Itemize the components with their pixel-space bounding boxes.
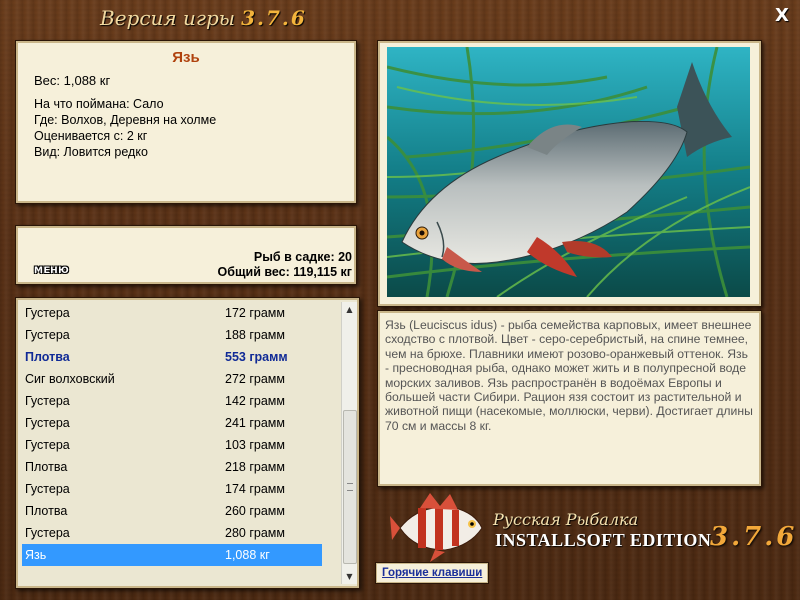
fish-count: Рыб в садке: 20 xyxy=(253,250,352,264)
catch-location: Где: Волхов, Деревня на холме xyxy=(34,113,217,127)
scroll-up-icon[interactable]: ▲ xyxy=(342,302,357,317)
fish-illustration xyxy=(387,47,750,297)
catch-fish-weight: 1,088 кг xyxy=(225,548,270,562)
catch-fish-name: Густера xyxy=(25,394,70,408)
catch-fish-name: Густера xyxy=(25,438,70,452)
title-prefix: Версия игры xyxy=(100,6,236,30)
catch-fish-name: Плотва xyxy=(25,350,70,364)
list-scrollbar[interactable]: ▲ ▼ xyxy=(341,302,357,584)
catch-row[interactable]: Густера 241 грамм xyxy=(22,412,322,434)
close-button[interactable]: X xyxy=(772,6,792,26)
catch-row[interactable]: Густера 103 грамм xyxy=(22,434,322,456)
catch-row[interactable]: Густера 172 грамм xyxy=(22,302,322,324)
catch-fish-weight: 260 грамм xyxy=(225,504,285,518)
title-version: 3.7.6 xyxy=(241,6,307,30)
catch-row[interactable]: Сиг волховский 272 грамм xyxy=(22,368,322,390)
fish-weight: Вес: 1,088 кг xyxy=(34,73,111,88)
catch-row[interactable]: Плотва 218 грамм xyxy=(22,456,322,478)
catch-row[interactable]: Язь 1,088 кг xyxy=(22,544,322,566)
catch-row[interactable]: Густера 188 грамм xyxy=(22,324,322,346)
catch-fish-name: Густера xyxy=(25,526,70,540)
fish-name: Язь xyxy=(172,49,200,66)
description-panel: Язь (Leuciscus idus) - рыба семейства ка… xyxy=(377,310,762,487)
catch-list[interactable]: Густера 172 грамм Густера 188 грамм Плотва 55… xyxy=(15,297,360,589)
fish-description: Язь (Leuciscus idus) - рыба семейства ка… xyxy=(385,318,753,433)
logo-title: Русская Рыбалка xyxy=(493,510,639,529)
catch-fish-weight: 174 грамм xyxy=(225,482,285,496)
catch-row[interactable]: Плотва 553 грамм xyxy=(22,346,322,368)
catch-fish-weight: 172 грамм xyxy=(225,306,285,320)
menu-button[interactable]: МЕНЮ xyxy=(34,266,69,276)
perch-logo-icon xyxy=(390,493,483,562)
window-title: Версия игры 3.7.6 xyxy=(100,6,320,36)
fish-rarity: Вид: Ловится редко xyxy=(34,145,148,159)
game-logo: Русская Рыбалка INSTALLSOFT EDITION 3.7.… xyxy=(390,488,794,568)
grip-icon xyxy=(347,483,353,491)
catch-fish-weight: 218 грамм xyxy=(225,460,285,474)
catch-fish-name: Язь xyxy=(25,548,47,562)
logo-edition: INSTALLSOFT EDITION xyxy=(495,530,712,550)
scroll-down-icon[interactable]: ▼ xyxy=(342,569,357,584)
catch-fish-name: Густера xyxy=(25,328,70,342)
scroll-thumb[interactable] xyxy=(343,410,357,564)
catch-fish-weight: 272 грамм xyxy=(225,372,285,386)
valued-from: Оценивается с: 2 кг xyxy=(34,129,148,143)
catch-fish-weight: 280 грамм xyxy=(225,526,285,540)
fish-info-panel: Язь Вес: 1,088 кг На что поймана: Сало Г… xyxy=(15,40,357,204)
logo-version: 3.7.6 xyxy=(710,522,798,552)
catch-fish-name: Густера xyxy=(25,416,70,430)
catch-fish-name: Густера xyxy=(25,306,70,320)
total-weight: Общий вес: 119,115 кг xyxy=(217,265,352,279)
catch-row[interactable]: Густера 142 грамм xyxy=(22,390,322,412)
catch-fish-weight: 241 грамм xyxy=(225,416,285,430)
catch-fish-weight: 103 грамм xyxy=(225,438,285,452)
keepnet-summary-panel: МЕНЮ Рыб в садке: 20 Общий вес: 119,115 … xyxy=(15,225,357,285)
catch-fish-name: Плотва xyxy=(25,460,68,474)
catch-row[interactable]: Густера 280 грамм xyxy=(22,522,322,544)
hotkeys-button[interactable]: Горячие клавиши xyxy=(375,562,490,584)
catch-fish-name: Густера xyxy=(25,482,70,496)
catch-fish-name: Сиг волховский xyxy=(25,372,115,386)
catch-fish-name: Плотва xyxy=(25,504,68,518)
catch-fish-weight: 553 грамм xyxy=(225,350,288,364)
catch-fish-weight: 188 грамм xyxy=(225,328,285,342)
catch-fish-weight: 142 грамм xyxy=(225,394,285,408)
fish-image-panel xyxy=(377,40,762,307)
caught-with: На что поймана: Сало xyxy=(34,97,164,111)
catch-row[interactable]: Плотва 260 грамм xyxy=(22,500,322,522)
catch-row[interactable]: Густера 174 грамм xyxy=(22,478,322,500)
